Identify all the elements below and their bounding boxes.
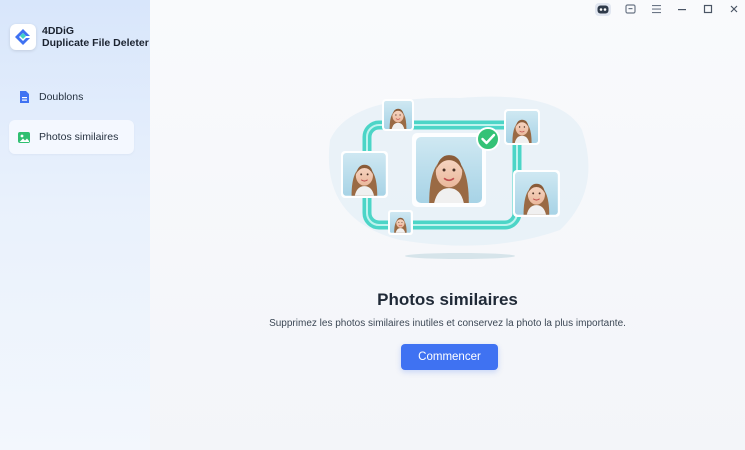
file-icon xyxy=(17,90,31,104)
assistant-icon[interactable] xyxy=(595,2,611,16)
app-name-line1: 4DDiG xyxy=(42,25,75,37)
sidebar-item-label: Doublons xyxy=(39,91,84,103)
sidebar-item-photos-similaires[interactable]: Photos similaires xyxy=(9,120,134,154)
page-subtitle: Supprimez les photos similaires inutiles… xyxy=(269,318,626,329)
image-icon xyxy=(17,130,31,144)
sidebar-item-label: Photos similaires xyxy=(39,131,119,143)
sidebar-item-doublons[interactable]: Doublons xyxy=(9,80,134,114)
app-name: 4DDiG Duplicate File Deleter xyxy=(42,25,149,49)
window-titlebar xyxy=(591,0,745,18)
app-brand: 4DDiG Duplicate File Deleter xyxy=(10,24,149,50)
similar-photos-illustration xyxy=(310,80,600,260)
app-name-line2: Duplicate File Deleter xyxy=(42,37,149,49)
sidebar: 4DDiG Duplicate File Deleter Doublons Ph… xyxy=(0,0,150,450)
minimize-icon[interactable] xyxy=(671,0,693,18)
feedback-icon[interactable] xyxy=(619,0,641,18)
center-photo xyxy=(412,133,486,207)
maximize-icon[interactable] xyxy=(697,0,719,18)
app-logo-icon xyxy=(10,24,36,50)
start-button[interactable]: Commencer xyxy=(401,344,498,370)
page-title: Photos similaires xyxy=(377,290,518,309)
main-panel: Photos similaires Supprimez les photos s… xyxy=(150,0,745,450)
menu-icon[interactable] xyxy=(645,0,667,18)
close-icon[interactable] xyxy=(723,0,745,18)
